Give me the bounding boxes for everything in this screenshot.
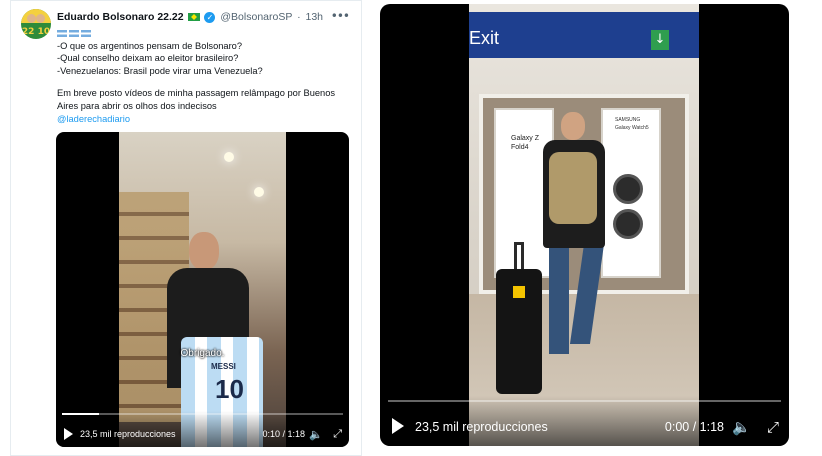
exit-sign-text: Exit (469, 28, 500, 48)
video-progress-bar[interactable] (62, 413, 343, 415)
jersey-number: 10 (215, 374, 244, 404)
video-time: 0:00 / 1:18 (664, 420, 724, 434)
fullscreen-icon[interactable]: ⤢ (333, 427, 342, 441)
volume-icon[interactable]: 🔈 (732, 418, 751, 436)
person-head (561, 112, 585, 140)
suitcase-handle (514, 242, 524, 270)
author-handle[interactable]: @BolsonaroSP (220, 11, 292, 23)
video-frame-airport: Exit ↓ Galaxy Z Fold4 SAMSUNG Galaxy Wat… (469, 4, 699, 446)
ad-right-text: SAMSUNG Galaxy Watch5 (615, 117, 649, 131)
verified-badge-icon: ✓ (204, 11, 216, 23)
ceiling-lamp (254, 187, 264, 197)
avatar-face-right (36, 14, 45, 23)
person-leg (549, 244, 569, 354)
jersey-name: MESSI (211, 362, 236, 371)
tweet-line-3: -Venezuelanos: Brasil pode virar uma Ven… (57, 65, 263, 76)
video-progress-fill (62, 413, 99, 415)
fullscreen-icon[interactable]: ⤢ (767, 418, 779, 436)
video-progress-bar[interactable] (388, 400, 781, 402)
header-separator: · (297, 11, 301, 23)
play-icon[interactable] (64, 428, 73, 440)
arrow-down-icon: ↓ (651, 30, 669, 50)
backpack (549, 152, 597, 224)
volume-icon[interactable]: 🔈 (309, 428, 323, 441)
tweet-card[interactable]: 22 10 Eduardo Bolsonaro 22.22 ✓ @Bolsona… (10, 0, 362, 456)
tweet-timestamp[interactable]: 13h (306, 11, 324, 23)
ceiling-lamp (224, 152, 234, 162)
watch-image (613, 209, 643, 239)
video-frame-store: MESSI 10 (119, 132, 286, 447)
tweet-video-player[interactable]: MESSI 10 Obrigado. 23,5 mil reproduccion… (56, 132, 349, 447)
play-icon[interactable] (392, 418, 404, 434)
view-count: 23,5 mil reproducciones (415, 420, 548, 434)
tweet-line-2: -Qual conselho deixam ao eleitor brasile… (57, 53, 239, 64)
tweet-mention-link[interactable]: @laderechadiario (57, 113, 351, 126)
tweet-line-1: -O que os argentinos pensam de Bolsonaro… (57, 40, 243, 51)
tweet-header: Eduardo Bolsonaro 22.22 ✓ @BolsonaroSP ·… (57, 11, 351, 27)
view-count: 23,5 mil reproducciones (80, 429, 176, 439)
luggage-tag (513, 286, 525, 298)
more-dots-icon[interactable]: ••• (331, 9, 350, 23)
tweet-paragraph: Em breve posto vídeos de minha passagem … (57, 88, 336, 111)
tweet-body: -O que os argentinos pensam de Bolsonaro… (57, 27, 351, 125)
avatar-number: 22 10 (21, 27, 51, 37)
watch-image (613, 174, 643, 204)
video-subtitle: Obrigado. (180, 348, 225, 359)
author-name[interactable]: Eduardo Bolsonaro 22.22 (57, 11, 184, 23)
brazil-flag-icon (187, 13, 200, 22)
video-time: 0:10 / 1:18 (262, 429, 305, 439)
argentina-flags-icon (57, 27, 351, 40)
enlarged-video-player[interactable]: Exit ↓ Galaxy Z Fold4 SAMSUNG Galaxy Wat… (380, 4, 789, 446)
ad-left-text: Galaxy Z Fold4 (511, 135, 540, 151)
avatar-face-left (27, 14, 36, 23)
author-avatar[interactable]: 22 10 (21, 9, 51, 39)
